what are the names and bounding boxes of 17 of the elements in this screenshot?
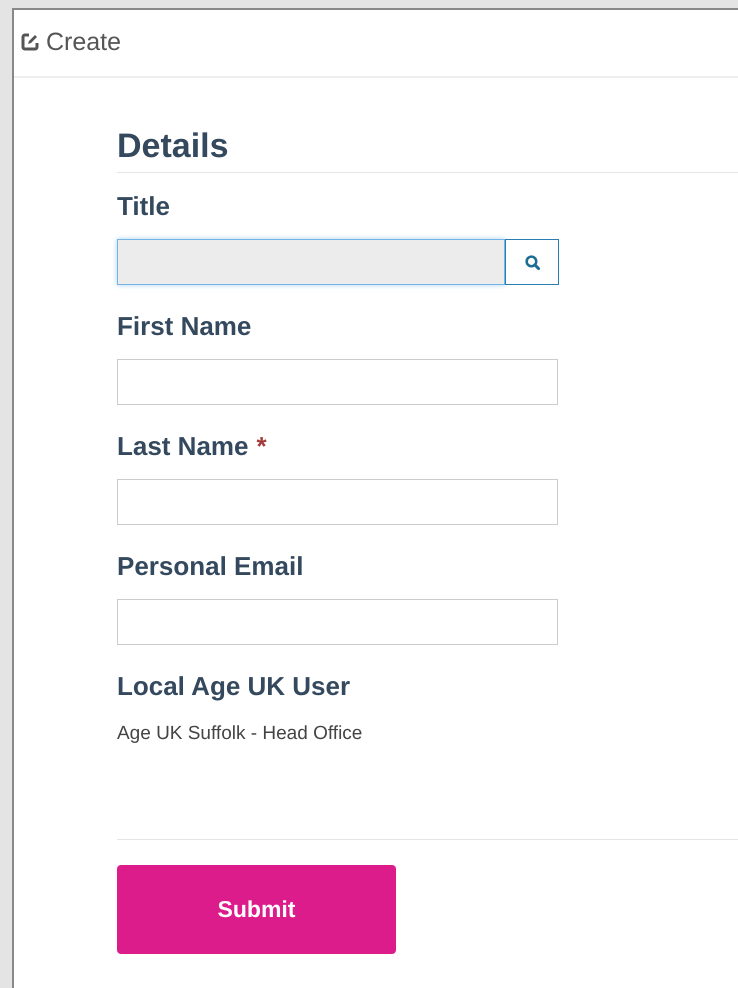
search-icon (524, 254, 540, 270)
field-value: Age UK Suffolk - Head Office (117, 723, 364, 745)
field-label: Title (117, 191, 170, 222)
input-field[interactable] (117, 359, 558, 405)
edit-icon (20, 32, 40, 52)
input-field[interactable] (117, 599, 558, 645)
field-label: Personal Email (117, 551, 304, 582)
required-marker: * (256, 431, 267, 462)
field-label: First Name (117, 311, 252, 342)
submit-button[interactable]: Submit (117, 865, 396, 954)
input-field[interactable] (117, 239, 505, 285)
field-label: Last Name (117, 431, 248, 462)
section-heading: Details (117, 126, 738, 173)
panel-title: Create (46, 28, 122, 56)
input-field[interactable] (117, 479, 558, 525)
field-label: Local Age UK User (117, 671, 350, 702)
search-button[interactable] (505, 239, 559, 285)
